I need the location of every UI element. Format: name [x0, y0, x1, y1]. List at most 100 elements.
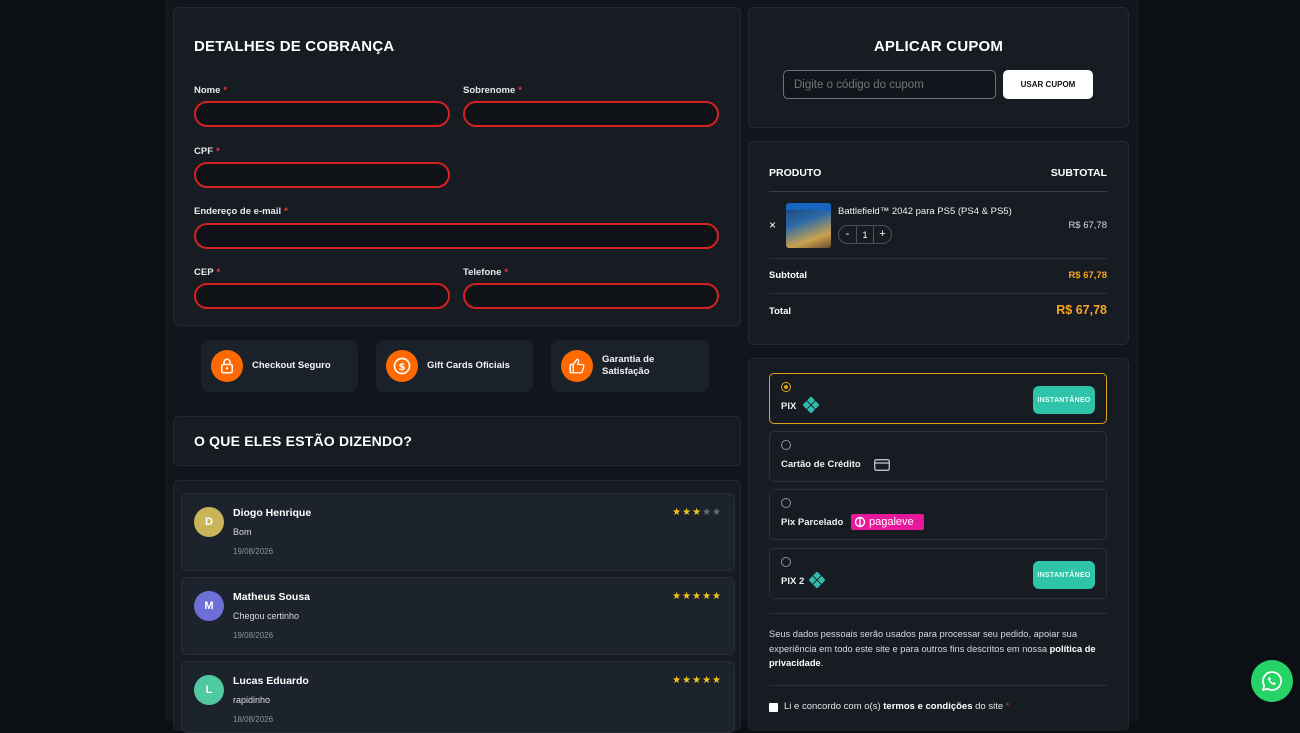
remove-item-button[interactable]: ×: [769, 218, 776, 232]
whatsapp-icon: [1262, 671, 1282, 691]
required-mark: *: [223, 85, 228, 96]
sobrenome-label: Sobrenome *: [463, 85, 522, 96]
privacy-text: Seus dados pessoais serão usados para pr…: [769, 629, 1078, 654]
required-mark: *: [216, 267, 221, 278]
review-date: 19/08/2026: [233, 547, 274, 556]
product-name: Battlefield™ 2042 para PS5 (PS4 & PS5): [838, 206, 1012, 217]
cpf-label-text: CPF: [194, 146, 213, 157]
trust-badge-satisfaction: Garantia de Satisfação: [551, 340, 709, 392]
required-mark: *: [284, 206, 288, 217]
pagaleve-logo: pagaleve: [851, 514, 924, 530]
radio-button[interactable]: [781, 382, 791, 392]
terms-label: Li e concordo com o(s) termos e condiçõe…: [784, 701, 1009, 712]
payment-option-credit-card[interactable]: Cartão de Crédito: [769, 431, 1107, 482]
payment-label: PIX 2: [781, 576, 805, 587]
payment-label-text: PIX: [781, 401, 797, 412]
review-card: M Matheus Sousa Chegou certinho 19/08/20…: [181, 577, 735, 655]
review-author: Matheus Sousa: [233, 591, 311, 603]
cep-label: CEP *: [194, 267, 220, 278]
review-card: D Diogo Henrique Bom 19/08/2026 ★★★★★: [181, 493, 735, 571]
instant-badge: INSTANTÂNEO: [1033, 561, 1095, 589]
terms-link[interactable]: termos e condições: [883, 701, 972, 712]
quantity-stepper: - 1 +: [838, 225, 892, 244]
review-author: Lucas Eduardo: [233, 675, 309, 687]
sobrenome-input[interactable]: [463, 101, 719, 127]
telefone-label-text: Telefone: [463, 267, 502, 278]
decrease-qty-button[interactable]: -: [839, 226, 857, 243]
review-text: Bom: [233, 527, 252, 537]
coupon-card: APLICAR CUPOM: [748, 7, 1129, 128]
email-input[interactable]: [194, 223, 719, 249]
col-subtotal-header: SUBTOTAL: [1050, 167, 1107, 179]
cpf-input[interactable]: [194, 162, 450, 188]
qty-value[interactable]: 1: [857, 230, 873, 240]
avatar: L: [194, 675, 224, 705]
privacy-end: .: [820, 658, 824, 668]
email-label-text: Endereço de e-mail: [194, 206, 282, 217]
pagaleve-mark-icon: [854, 516, 866, 528]
subtotal-value: R$ 67,78: [1068, 270, 1107, 281]
divider: [769, 613, 1107, 614]
reviews-title: O QUE ELES ESTÃO DIZENDO?: [194, 433, 413, 449]
trust-label-line1: Garantia de: [602, 354, 655, 365]
billing-title: DETALHES DE COBRANÇA: [194, 38, 395, 55]
pix-icon: [808, 571, 826, 593]
cep-input[interactable]: [194, 283, 450, 309]
rating-stars: ★★★★★: [672, 675, 722, 686]
payment-option-pix-2[interactable]: PIX 2 INSTANTÂNEO: [769, 548, 1107, 599]
payment-option-pix[interactable]: PIX INSTANTÂNEO: [769, 373, 1107, 424]
coupon-title: APLICAR CUPOM: [873, 38, 1004, 55]
trust-label: Checkout Seguro: [252, 360, 331, 371]
telefone-label: Telefone *: [463, 267, 508, 278]
review-date: 18/08/2026: [233, 715, 274, 724]
svg-text:$: $: [399, 362, 406, 373]
required-mark: *: [1005, 701, 1010, 712]
trust-badge-secure: Checkout Seguro: [201, 340, 358, 392]
lock-icon: [211, 350, 243, 382]
divider: [769, 258, 1107, 259]
increase-qty-button[interactable]: +: [873, 226, 891, 243]
review-date: 19/08/2026: [233, 631, 274, 640]
divider: [769, 293, 1107, 294]
nome-input[interactable]: [194, 101, 450, 127]
trust-label-line2: Satisfação: [602, 366, 650, 377]
terms-checkbox[interactable]: [769, 703, 778, 712]
total-value: R$ 67,78: [1056, 303, 1107, 317]
radio-button[interactable]: [781, 557, 791, 567]
apply-coupon-button[interactable]: USAR CUPOM: [1003, 70, 1093, 99]
col-product-header: PRODUTO: [769, 167, 822, 179]
radio-button[interactable]: [781, 440, 791, 450]
divider: [769, 191, 1107, 192]
cpf-label: CPF *: [194, 146, 220, 157]
telefone-input[interactable]: [463, 283, 719, 309]
product-thumbnail: [786, 203, 831, 248]
total-label: Total: [769, 306, 791, 317]
avatar: D: [194, 507, 224, 537]
terms-suffix: do site: [975, 701, 1004, 712]
review-text: rapidinho: [233, 695, 271, 705]
instant-badge: INSTANTÂNEO: [1033, 386, 1095, 414]
rating-stars: ★★★★★: [672, 591, 722, 602]
reviews-header-card: O QUE ELES ESTÃO DIZENDO?: [173, 416, 741, 466]
rating-stars: ★★★★★: [672, 507, 722, 518]
review-text: Chegou certinho: [233, 611, 300, 621]
star-empty-icon: ★★: [702, 507, 722, 518]
avatar: M: [194, 591, 224, 621]
thumbs-up-icon: [561, 350, 593, 382]
sobrenome-label-text: Sobrenome: [463, 85, 516, 96]
email-label: Endereço de e-mail *: [194, 206, 288, 217]
whatsapp-button[interactable]: [1251, 660, 1293, 702]
dollar-coin-icon: $: [386, 350, 418, 382]
star-icon: ★★★: [672, 507, 703, 518]
star-icon: ★★★★★: [672, 591, 722, 602]
privacy-notice: Seus dados pessoais serão usados para pr…: [769, 627, 1109, 671]
divider: [769, 685, 1107, 686]
trust-label: Gift Cards Oficiais: [427, 360, 510, 371]
pagaleve-wordmark: pagaleve: [869, 516, 914, 528]
star-icon: ★★★★★: [672, 675, 722, 686]
payment-option-pix-parcelado[interactable]: Pix Parcelado pagaleve: [769, 489, 1107, 540]
required-mark: *: [216, 146, 220, 157]
cep-label-text: CEP: [194, 267, 214, 278]
radio-button[interactable]: [781, 498, 791, 508]
coupon-input[interactable]: [783, 70, 996, 99]
